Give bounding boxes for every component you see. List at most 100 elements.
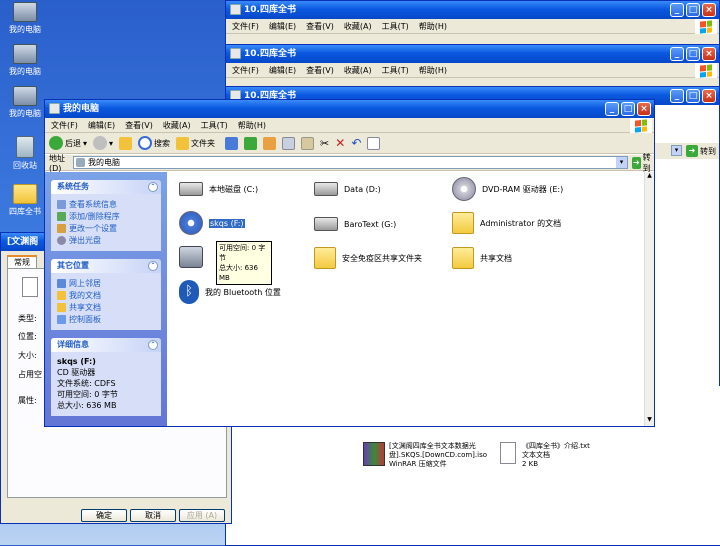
maximize-button[interactable]: □ xyxy=(686,3,700,17)
cut-icon[interactable]: ✂ xyxy=(320,137,329,150)
menu-help[interactable]: 帮助(H) xyxy=(419,19,447,33)
window-title-bar[interactable]: 10.四库全书 _ □ × xyxy=(226,45,719,63)
network-icon xyxy=(57,278,66,288)
drive-f[interactable]: skqs (F:) xyxy=(179,211,245,235)
window-title-bar[interactable]: 我的电脑 _ □ × xyxy=(45,100,654,118)
panel-header[interactable]: 详细信息 ⌃ xyxy=(51,338,161,352)
vertical-scrollbar[interactable]: ▲ ▼ xyxy=(644,172,654,426)
desktop-icon-my-computer[interactable]: 我的电脑 xyxy=(0,44,50,77)
refresh-icon[interactable] xyxy=(244,136,258,150)
menu-view[interactable]: 查看(V) xyxy=(125,118,153,132)
admin-documents[interactable]: Administrator 的文档 xyxy=(452,212,561,234)
go-button[interactable]: ➜ 转到 xyxy=(632,152,654,174)
panel-header[interactable]: 系统任务 ⌃ xyxy=(51,180,161,194)
camera-device[interactable] xyxy=(179,246,203,268)
maximize-button[interactable]: □ xyxy=(686,47,700,61)
background-window[interactable]: 10.四库全书 _ □ × 文件(F) 编辑(E) 查看(V) 收藏(A) 工具… xyxy=(225,0,720,48)
properties-icon[interactable] xyxy=(367,136,381,150)
desktop-icon-my-computer[interactable]: 我的电脑 xyxy=(0,86,50,119)
menu-file[interactable]: 文件(F) xyxy=(51,118,78,132)
menu-tools[interactable]: 工具(T) xyxy=(201,118,228,132)
winrar-icon xyxy=(363,442,385,466)
place-control-panel[interactable]: 控制面板 xyxy=(57,313,155,325)
minimize-button[interactable]: _ xyxy=(670,47,684,61)
menu-help[interactable]: 帮助(H) xyxy=(419,63,447,77)
shared-documents[interactable]: 共享文档 xyxy=(452,247,512,269)
menu-favorites[interactable]: 收藏(A) xyxy=(163,118,191,132)
close-button[interactable]: × xyxy=(702,47,716,61)
undo-icon[interactable]: ↶ xyxy=(351,136,361,150)
place-my-documents[interactable]: 我的文档 xyxy=(57,289,155,301)
ok-button[interactable]: 确定 xyxy=(81,509,127,522)
maximize-button[interactable]: □ xyxy=(621,102,635,116)
my-computer-window[interactable]: 我的电脑 _ □ × 文件(F) 编辑(E) 查看(V) 收藏(A) 工具(T)… xyxy=(44,99,655,427)
desktop-icon-recycle-bin[interactable]: 回收站 xyxy=(0,136,50,171)
scroll-down-arrow-icon[interactable]: ▼ xyxy=(645,416,654,426)
menu-favorites[interactable]: 收藏(A) xyxy=(344,19,372,33)
place-network[interactable]: 网上邻居 xyxy=(57,277,155,289)
scroll-up-arrow-icon[interactable]: ▲ xyxy=(645,172,654,182)
views-icon[interactable] xyxy=(225,136,239,150)
back-button[interactable]: 后退 ▾ xyxy=(49,136,87,150)
menu-file[interactable]: 文件(F) xyxy=(232,19,259,33)
collapse-icon[interactable]: ⌃ xyxy=(148,182,158,192)
desktop-icon-folder[interactable]: 四库全书 xyxy=(0,184,50,217)
minimize-button[interactable]: _ xyxy=(670,89,684,103)
go-button[interactable]: ➜ 转到 xyxy=(686,145,716,157)
collapse-icon[interactable]: ⌃ xyxy=(148,340,158,350)
menu-view[interactable]: 查看(V) xyxy=(306,63,334,77)
home-icon[interactable] xyxy=(263,136,277,150)
cancel-button[interactable]: 取消 xyxy=(130,509,176,522)
place-label: 控制面板 xyxy=(69,314,101,324)
forward-button[interactable]: ▾ xyxy=(93,136,113,150)
field-label: 类型: xyxy=(18,314,37,323)
folders-button[interactable]: 文件夹 xyxy=(176,136,215,150)
drive-c[interactable]: 本地磁盘 (C:) xyxy=(179,182,258,196)
menu-edit[interactable]: 编辑(E) xyxy=(269,63,296,77)
toolbar: 后退 ▾ ▾ 搜索 文件夹 ✂ ✕ ↶ xyxy=(45,133,654,154)
list-item[interactable]: [文渊阁四库全书文本数据光盘].SKQS.[DownCD.com].iso Wi… xyxy=(363,442,491,469)
menu-edit[interactable]: 编辑(E) xyxy=(88,118,115,132)
menu-favorites[interactable]: 收藏(A) xyxy=(344,63,372,77)
window-title-bar[interactable]: 10.四库全书 _ □ × xyxy=(226,1,719,19)
desktop-icon-my-computer[interactable]: 我的电脑 xyxy=(0,2,50,35)
secure-shared-folder[interactable]: 安全免疫区共享文件夹 xyxy=(314,247,422,269)
delete-icon[interactable]: ✕ xyxy=(335,136,345,150)
drive-g[interactable]: BaroText (G:) xyxy=(314,217,396,231)
item-label: 共享文档 xyxy=(480,253,512,263)
background-window[interactable]: 10.四库全书 _ □ × 文件(F) 编辑(E) 查看(V) 收藏(A) 工具… xyxy=(225,44,720,92)
search-button[interactable]: 搜索 xyxy=(138,136,170,150)
paste-icon[interactable] xyxy=(301,136,315,150)
close-button[interactable]: × xyxy=(702,3,716,17)
close-button[interactable]: × xyxy=(637,102,651,116)
menu-tools[interactable]: 工具(T) xyxy=(382,63,409,77)
drive-e[interactable]: DVD-RAM 驱动器 (E:) xyxy=(452,177,563,201)
minimize-button[interactable]: _ xyxy=(605,102,619,116)
menu-file[interactable]: 文件(F) xyxy=(232,63,259,77)
collapse-icon[interactable]: ⌃ xyxy=(148,261,158,271)
minimize-button[interactable]: _ xyxy=(670,3,684,17)
list-item[interactable]: 《四库全书》介绍.txt 文本文档 2 KB xyxy=(500,442,620,469)
menu-tools[interactable]: 工具(T) xyxy=(382,19,409,33)
chevron-down-icon[interactable]: ▾ xyxy=(616,157,627,168)
up-folder-icon[interactable] xyxy=(119,136,133,150)
drive-d[interactable]: Data (D:) xyxy=(314,182,381,196)
menu-view[interactable]: 查看(V) xyxy=(306,19,334,33)
panel-header[interactable]: 其它位置 ⌃ xyxy=(51,259,161,273)
maximize-button[interactable]: □ xyxy=(686,89,700,103)
drive-list: 本地磁盘 (C:) Data (D:) DVD-RAM 驱动器 (E:) skq… xyxy=(167,172,644,426)
task-eject-disc[interactable]: 弹出光盘 xyxy=(57,234,155,246)
tab-general[interactable]: 常规 xyxy=(7,255,37,269)
task-add-remove-programs[interactable]: 添加/删除程序 xyxy=(57,210,155,222)
address-dropdown-button[interactable]: ▾ xyxy=(671,145,682,156)
apply-button[interactable]: 应用 (A) xyxy=(179,509,225,522)
task-change-setting[interactable]: 更改一个设置 xyxy=(57,222,155,234)
task-view-system-info[interactable]: 查看系统信息 xyxy=(57,198,155,210)
address-input[interactable]: 我的电脑 ▾ xyxy=(73,156,628,169)
copy-icon[interactable] xyxy=(282,136,296,150)
close-button[interactable]: × xyxy=(702,89,716,103)
place-shared-documents[interactable]: 共享文档 xyxy=(57,301,155,313)
hard-drive-icon xyxy=(314,182,338,196)
menu-help[interactable]: 帮助(H) xyxy=(238,118,266,132)
menu-edit[interactable]: 编辑(E) xyxy=(269,19,296,33)
